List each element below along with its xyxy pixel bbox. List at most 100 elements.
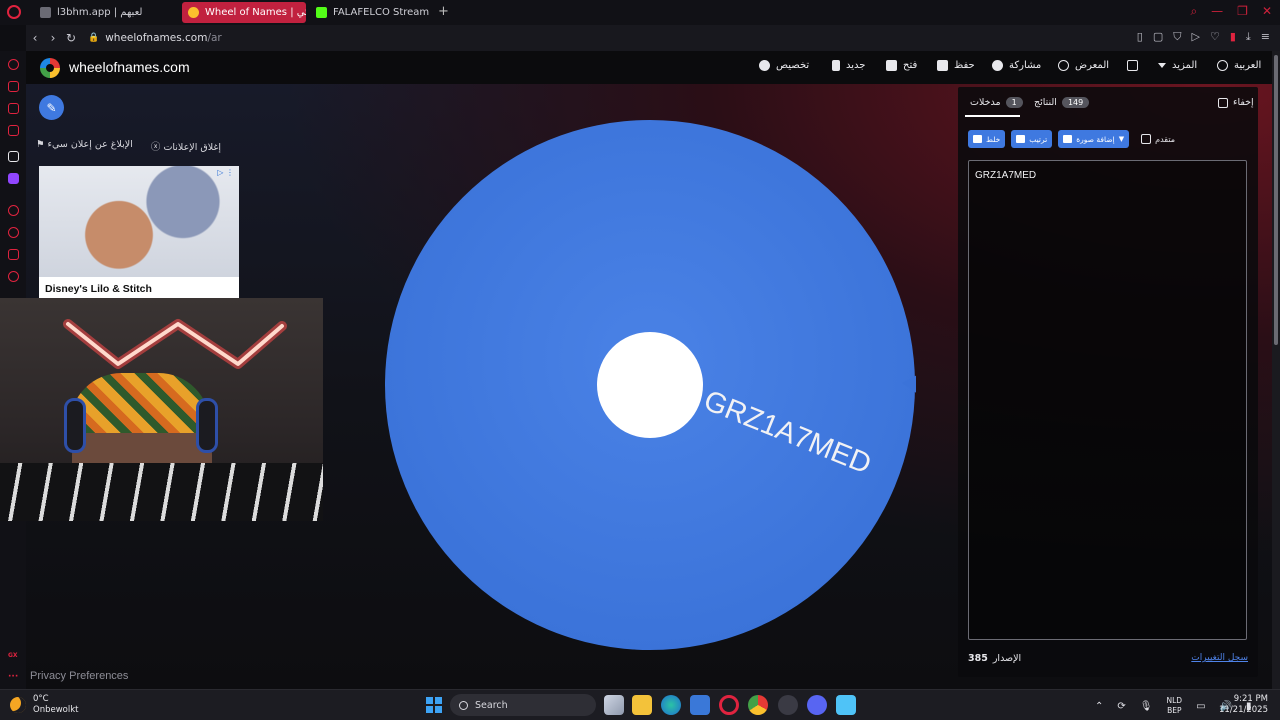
vpn-icon[interactable]: ▮ xyxy=(1230,30,1236,44)
opera-gx-logo-icon[interactable] xyxy=(7,5,21,19)
advertisement[interactable]: ▷ ⋮ Disney's Lilo & Stitch xyxy=(39,166,239,298)
heart-icon[interactable]: ♡ xyxy=(1210,30,1220,44)
headphone-right-icon xyxy=(196,398,218,453)
fullscreen-icon xyxy=(1127,60,1138,71)
entry-line: GRZ1A7MED xyxy=(975,170,1037,181)
ai-icon[interactable] xyxy=(8,151,19,162)
tray-sync-icon[interactable]: ⟳ xyxy=(1117,701,1125,712)
download-icon[interactable]: ⤓ xyxy=(1246,30,1251,44)
menu-icon[interactable]: ≡ xyxy=(1261,30,1270,44)
new-button[interactable]: جديد xyxy=(832,60,865,71)
network-icon[interactable]: ▭ xyxy=(1196,701,1205,712)
file-explorer-icon[interactable] xyxy=(632,695,652,715)
save-button[interactable]: حفظ xyxy=(937,60,975,71)
new-tab-plus-icon[interactable]: + xyxy=(438,4,449,19)
open-button[interactable]: فتح xyxy=(886,60,917,71)
windows-start-icon[interactable] xyxy=(426,697,442,713)
sort-button[interactable]: ترتيب xyxy=(1011,130,1053,148)
taskbar-search[interactable]: Search xyxy=(450,694,596,716)
microphone-icon[interactable]: 🎙 xyxy=(1140,701,1153,712)
snapshot-icon[interactable]: ▢ xyxy=(1153,30,1163,44)
chrome-icon[interactable] xyxy=(748,695,768,715)
player-icon[interactable]: ▷ xyxy=(1192,30,1200,44)
clock[interactable]: 9:21 PM 11/21/2025 xyxy=(1219,694,1268,716)
tab-entries-label: مدخلات xyxy=(970,97,1001,108)
entries-textarea[interactable]: GRZ1A7MED xyxy=(968,160,1247,640)
gx-corner-icon[interactable] xyxy=(8,81,19,92)
settings-gear-icon[interactable] xyxy=(8,271,19,282)
wheel-center[interactable] xyxy=(597,332,703,438)
wheel[interactable]: GRZ1A7MED xyxy=(384,119,916,651)
pencil-icon: ✎ xyxy=(46,100,57,115)
opera-gx-taskbar-icon[interactable] xyxy=(719,695,739,715)
advanced-toggle[interactable]: متقدم xyxy=(1141,134,1175,144)
maximize-icon[interactable]: ❐ xyxy=(1237,4,1248,19)
player-sidebar-icon[interactable] xyxy=(8,205,19,216)
tab-label: FALAFELCO Stream - Wat xyxy=(333,7,432,18)
date: 11/21/2025 xyxy=(1219,705,1268,715)
hide-toggle[interactable]: إخفاء xyxy=(1218,97,1254,108)
edge-icon[interactable] xyxy=(661,695,681,715)
changelog-link[interactable]: سجل التغييرات xyxy=(1191,653,1248,663)
time: 9:21 PM xyxy=(1233,694,1268,704)
search-tabs-icon[interactable]: ⌕ xyxy=(1190,4,1197,19)
customize-button[interactable]: تخصيص xyxy=(759,60,809,71)
reload-icon[interactable]: ↻ xyxy=(62,31,80,45)
store-icon[interactable] xyxy=(690,695,710,715)
report-ad-link[interactable]: ⚑ الإبلاغ عن إعلان سيء xyxy=(36,139,133,153)
sort-icon xyxy=(1016,135,1026,143)
close-ads-link[interactable]: ⓧ إغلاق الإعلانات xyxy=(151,139,221,153)
active-app-icon[interactable] xyxy=(836,695,856,715)
shield-icon[interactable]: ⛉ xyxy=(1173,30,1181,44)
tray-chevron-icon[interactable]: ⌃ xyxy=(1095,701,1103,712)
results-count-badge: 149 xyxy=(1061,97,1090,108)
adchoices-icon[interactable]: ▷ ⋮ xyxy=(217,168,234,177)
bookmark-icon[interactable]: ▯ xyxy=(1137,30,1143,44)
tab-l3bhm[interactable]: l3bhm.app | لعبهم xyxy=(34,2,174,23)
lock-icon[interactable]: 🔒 xyxy=(88,33,99,43)
new-file-icon xyxy=(832,60,840,71)
more-dots-icon[interactable]: ··· xyxy=(8,672,18,682)
twitch-icon[interactable] xyxy=(8,173,19,184)
weather-widget[interactable]: 0°C Onbewolkt xyxy=(10,694,78,716)
language-selector[interactable]: العربية xyxy=(1217,60,1261,71)
extensions-icon[interactable] xyxy=(8,249,19,260)
minimize-icon[interactable]: — xyxy=(1211,4,1223,19)
share-icon xyxy=(992,60,1003,71)
messenger-icon[interactable] xyxy=(8,103,19,114)
headphone-left-icon xyxy=(64,398,86,453)
edit-pencil-button[interactable]: ✎ xyxy=(39,95,64,120)
wheel-favicon-icon xyxy=(188,7,199,18)
tab-entries[interactable]: مدخلات 1 xyxy=(970,97,1023,108)
hide-checkbox[interactable] xyxy=(1218,97,1228,108)
discord-icon[interactable] xyxy=(807,695,827,715)
share-button[interactable]: مشاركة xyxy=(992,60,1041,71)
tab-results[interactable]: النتائج 149 xyxy=(1034,97,1090,108)
language-indicator[interactable]: NLD BEP xyxy=(1166,696,1182,716)
page-scrollbar[interactable] xyxy=(1272,51,1280,689)
url-field[interactable]: wheelofnames.com/ar xyxy=(105,32,222,44)
back-icon[interactable]: ‹ xyxy=(26,31,44,45)
tab-falafelco-stream[interactable]: FALAFELCO Stream - Wat xyxy=(310,2,432,23)
version-label: الإصدار xyxy=(992,653,1022,664)
wheelofnames-logo-icon[interactable] xyxy=(40,58,60,78)
music-icon[interactable] xyxy=(8,125,19,136)
shuffle-button[interactable]: خلط xyxy=(968,130,1006,148)
forward-icon[interactable]: › xyxy=(44,31,62,45)
site-name[interactable]: wheelofnames.com xyxy=(69,59,190,75)
history-icon[interactable] xyxy=(8,227,19,238)
gallery-button[interactable]: المعرض xyxy=(1058,60,1109,71)
privacy-preferences-link[interactable]: Privacy Preferences xyxy=(30,670,128,682)
task-view-icon[interactable] xyxy=(604,695,624,715)
fullscreen-button[interactable] xyxy=(1127,60,1138,71)
advanced-checkbox[interactable] xyxy=(1141,134,1152,144)
app-icon[interactable] xyxy=(778,695,798,715)
scrollbar-thumb[interactable] xyxy=(1274,55,1278,345)
close-icon[interactable]: ✕ xyxy=(1262,4,1272,19)
tab-wheel-of-names[interactable]: Wheel of Names | عشوائي xyxy=(182,2,306,23)
wheel-graphic[interactable]: GRZ1A7MED xyxy=(384,119,916,651)
image-icon xyxy=(1063,135,1073,143)
more-dropdown[interactable]: المزيد xyxy=(1158,60,1197,71)
add-image-dropdown[interactable]: إضافة صورة ▼ xyxy=(1058,130,1130,148)
gx-control-icon[interactable] xyxy=(8,59,19,70)
